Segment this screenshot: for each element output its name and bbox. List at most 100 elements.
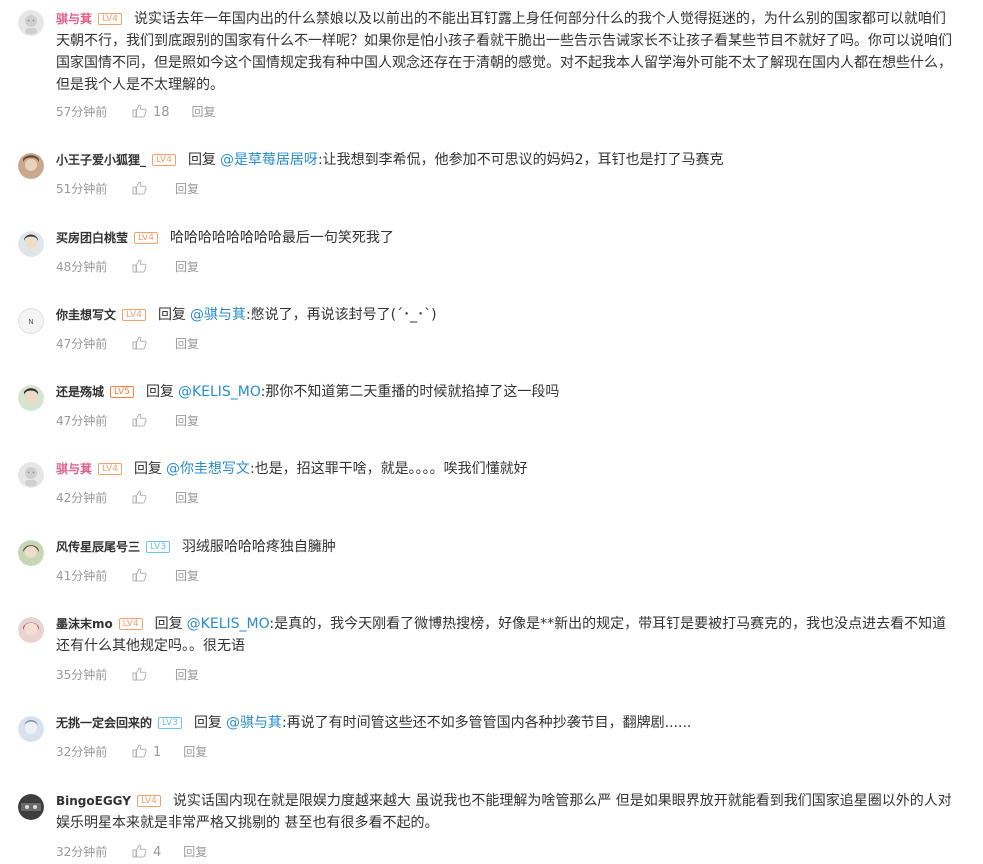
avatar[interactable]	[18, 385, 44, 411]
reply-label: 回复	[157, 307, 186, 323]
timestamp: 32分钟前	[56, 745, 108, 759]
avatar[interactable]	[18, 716, 44, 742]
level-badge: LV4	[98, 463, 122, 475]
avatar[interactable]	[18, 153, 44, 179]
thumbs-up-icon	[132, 744, 147, 758]
username[interactable]: 骐与萁	[56, 12, 92, 26]
comment-text: :让我想到李希侃，他参加不可思议的妈妈2，耳钉也是打了马赛克	[317, 152, 724, 168]
thumbs-up-icon	[132, 667, 147, 681]
like-button[interactable]	[132, 336, 153, 353]
like-button[interactable]	[132, 667, 153, 684]
avatar[interactable]	[18, 794, 44, 820]
reply-button[interactable]: 回复	[175, 667, 199, 683]
username[interactable]: 骐与萁	[56, 462, 92, 476]
level-badge: LV4	[152, 154, 176, 166]
like-button[interactable]	[132, 490, 153, 507]
comment-meta: 47分钟前 回复	[56, 413, 199, 429]
timestamp: 48分钟前	[56, 260, 108, 274]
mention-link[interactable]: @骐与萁	[190, 307, 246, 323]
comment-meta: 51分钟前 回复	[56, 181, 199, 197]
reply-label: 回复	[154, 616, 183, 632]
comment-meta: 47分钟前 回复	[56, 336, 199, 352]
like-count: 4	[153, 845, 162, 860]
comment-meta: 42分钟前 回复	[56, 490, 199, 506]
level-badge: LV3	[158, 717, 182, 729]
timestamp: 32分钟前	[56, 845, 108, 859]
avatar[interactable]	[18, 617, 44, 643]
like-button[interactable]	[132, 413, 153, 430]
level-badge: LV3	[146, 541, 170, 553]
username[interactable]: 无挑一定会回来的	[56, 716, 152, 730]
username[interactable]: 你圭想写文	[56, 308, 116, 322]
timestamp: 35分钟前	[56, 668, 108, 682]
comment-meta: 41分钟前 回复	[56, 568, 199, 584]
reply-button[interactable]: 回复	[175, 568, 199, 584]
mention-link[interactable]: @KELIS_MO	[187, 616, 270, 632]
like-button[interactable]: 1	[132, 744, 161, 761]
username[interactable]: 墨沫末mo	[56, 617, 113, 631]
level-badge: LV4	[122, 309, 146, 321]
comment-text: :再说了有时间管这些还不如多管管国内各种抄袭节目，翻牌剧......	[281, 715, 692, 731]
mention-link[interactable]: @你圭想写文	[166, 461, 250, 477]
reply-button[interactable]: 回复	[175, 181, 199, 197]
timestamp: 47分钟前	[56, 414, 108, 428]
username[interactable]: 买房团白桃莹	[56, 231, 128, 245]
username[interactable]: 小王子爱小狐狸_	[56, 153, 146, 167]
reply-label: 回复	[133, 461, 162, 477]
timestamp: 42分钟前	[56, 491, 108, 505]
thumbs-up-icon	[132, 490, 147, 504]
comment-text: :那你不知道第二天重播的时候就掐掉了这一段吗	[260, 384, 560, 400]
mention-link[interactable]: @骐与萁	[226, 715, 282, 731]
comment-text: :也是，招这罪干啥，就是。。。。唉我们懂就好	[249, 461, 528, 477]
reply-button[interactable]: 回复	[183, 744, 207, 760]
thumbs-up-icon	[132, 568, 147, 582]
thumbs-up-icon	[132, 104, 147, 118]
like-count: 1	[153, 745, 162, 760]
comment-text: :憋说了，再说该封号了(´･_･`)	[245, 307, 437, 323]
like-button[interactable]	[132, 259, 153, 276]
comment-text: 哈哈哈哈哈哈哈哈最后一句笑死我了	[169, 230, 394, 246]
comment-meta: 32分钟前 1 回复	[56, 744, 207, 760]
avatar[interactable]	[18, 10, 44, 36]
like-button[interactable]	[132, 181, 153, 198]
like-button[interactable]	[132, 568, 153, 585]
comment-list: 骐与萁 LV4 说实话去年一年国内出的什么禁娘以及以前出的不能出耳钉露上身任何部分什…	[0, 0, 983, 864]
svg-text:N: N	[28, 318, 33, 326]
comment-text: 说实话国内现在就是限娱力度越来越大 虽说我也不能理解为啥管那么严 但是如果眼界放…	[56, 793, 952, 831]
avatar[interactable]	[18, 540, 44, 566]
thumbs-up-icon	[132, 844, 147, 858]
avatar[interactable]: N	[18, 308, 44, 334]
reply-label: 回复	[187, 152, 216, 168]
avatar[interactable]	[18, 231, 44, 257]
reply-button[interactable]: 回复	[183, 844, 207, 860]
like-button[interactable]: 4	[132, 844, 161, 861]
like-count: 18	[153, 105, 170, 120]
reply-button[interactable]: 回复	[175, 490, 199, 506]
username[interactable]: BingoEGGY	[56, 794, 131, 808]
like-button[interactable]: 18	[132, 104, 170, 121]
comment-meta: 57分钟前 18 回复	[56, 104, 216, 120]
reply-button[interactable]: 回复	[175, 259, 199, 275]
level-badge: LV5	[110, 386, 134, 398]
avatar[interactable]	[18, 462, 44, 488]
thumbs-up-icon	[132, 336, 147, 350]
reply-label: 回复	[145, 384, 174, 400]
thumbs-up-icon	[132, 413, 147, 427]
thumbs-up-icon	[132, 259, 147, 273]
username[interactable]: 还是殇城	[56, 385, 104, 399]
timestamp: 41分钟前	[56, 569, 108, 583]
level-badge: LV4	[134, 232, 158, 244]
reply-button[interactable]: 回复	[175, 413, 199, 429]
comment-meta: 48分钟前 回复	[56, 259, 199, 275]
comment-meta: 35分钟前 回复	[56, 667, 199, 683]
reply-button[interactable]: 回复	[192, 104, 216, 120]
comment-meta: 32分钟前 4 回复	[56, 844, 207, 860]
reply-button[interactable]: 回复	[175, 336, 199, 352]
username[interactable]: 风传星辰尾号三	[56, 540, 140, 554]
comment-text: 羽绒服哈哈哈疼独自臃肿	[181, 539, 336, 555]
timestamp: 47分钟前	[56, 337, 108, 351]
mention-link[interactable]: @KELIS_MO	[178, 384, 261, 400]
mention-link[interactable]: @是草莓居居呀	[220, 152, 318, 168]
level-badge: LV4	[136, 795, 161, 807]
timestamp: 51分钟前	[56, 182, 108, 196]
